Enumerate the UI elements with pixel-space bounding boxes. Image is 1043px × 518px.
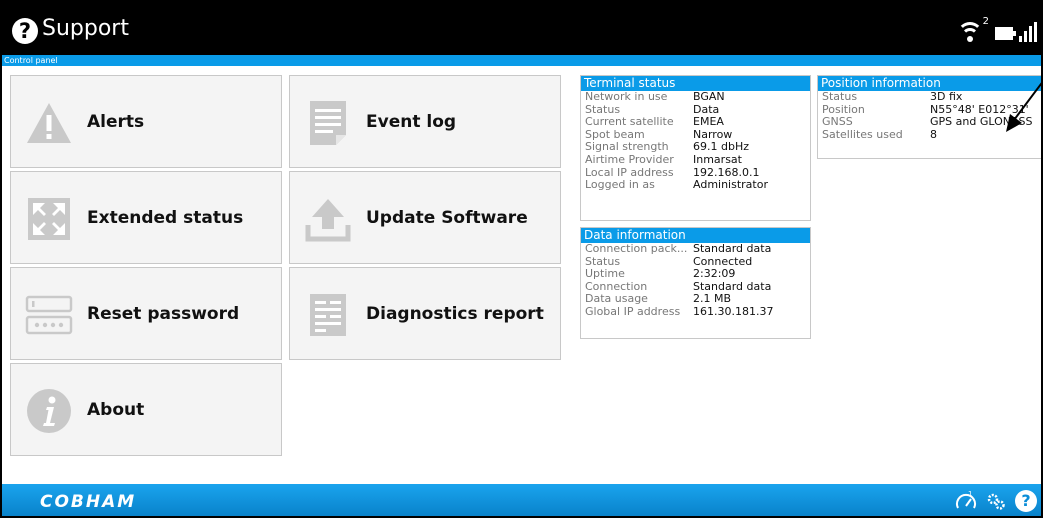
warning-icon <box>27 103 71 143</box>
wifi-icon <box>956 20 983 44</box>
panel-row: Logged in as Administrator <box>585 178 768 192</box>
panel-row: Global IP address 161.30.181.37 <box>585 304 774 318</box>
keypad-icon <box>25 295 73 335</box>
panel-row: Current satellite EMEA <box>585 115 724 129</box>
tile-label-alerts: Alerts <box>87 112 145 132</box>
terminal-status-panel: Terminal status Network in use BGAN Statu… <box>580 75 811 221</box>
reset-password-tile[interactable]: Reset password <box>10 267 282 360</box>
app-window: ? Support 2 Control panel Alerts Event l… <box>0 0 1043 518</box>
svg-text:1: 1 <box>968 490 972 498</box>
support-question-icon: ? <box>12 18 38 44</box>
battery-icon <box>995 27 1016 40</box>
extended-status-tile[interactable]: Extended status <box>10 171 282 264</box>
panel-title: Data information <box>581 228 810 243</box>
tile-label-diagnostics-report: Diagnostics report <box>366 304 544 324</box>
wifi-count: 2 <box>982 16 989 27</box>
annotation-arrow-icon <box>1006 82 1041 132</box>
page-title: Support <box>42 16 129 41</box>
breadcrumb-bar: Control panel <box>2 55 1041 66</box>
event-log-tile[interactable]: Event log <box>289 75 561 168</box>
data-information-panel: Data information Connection pack... Stand… <box>580 227 811 339</box>
tile-label-extended-status: Extended status <box>87 208 244 228</box>
panel-row: Connection pack... Standard data <box>585 242 772 255</box>
upload-icon <box>305 199 351 242</box>
brand-logo: COBHAM <box>40 492 137 512</box>
header-bar: ? Support 2 <box>2 0 1041 55</box>
alerts-tile[interactable]: Alerts <box>10 75 282 168</box>
panel-row: Network in use BGAN <box>585 90 725 103</box>
report-icon <box>310 294 346 336</box>
footer-bar: COBHAM 1 ? <box>2 484 1041 516</box>
settings-icon[interactable] <box>985 490 1007 512</box>
tile-label-reset-password: Reset password <box>87 304 240 324</box>
panel-title: Terminal status <box>581 76 810 91</box>
tile-label-event-log: Event log <box>366 112 457 132</box>
about-tile[interactable]: About <box>10 363 282 456</box>
diagnostics-report-tile[interactable]: Diagnostics report <box>289 267 561 360</box>
footer-icons: 1 ? <box>955 490 1037 512</box>
dashboard-icon[interactable]: 1 <box>955 490 977 512</box>
expand-icon <box>28 198 70 240</box>
help-icon[interactable]: ? <box>1015 490 1037 512</box>
tile-label-about: About <box>87 400 145 420</box>
signal-strength-icon <box>1019 22 1037 42</box>
document-icon <box>310 101 346 145</box>
update-software-tile[interactable]: Update Software <box>289 171 561 264</box>
breadcrumb[interactable]: Control panel <box>4 55 58 66</box>
status-icons: 2 <box>956 16 1037 44</box>
panel-row: Uptime 2:32:09 <box>585 267 736 281</box>
panel-row: Airtime Provider Inmarsat <box>585 152 742 166</box>
info-icon <box>27 389 71 433</box>
tile-label-update-software: Update Software <box>366 208 528 228</box>
